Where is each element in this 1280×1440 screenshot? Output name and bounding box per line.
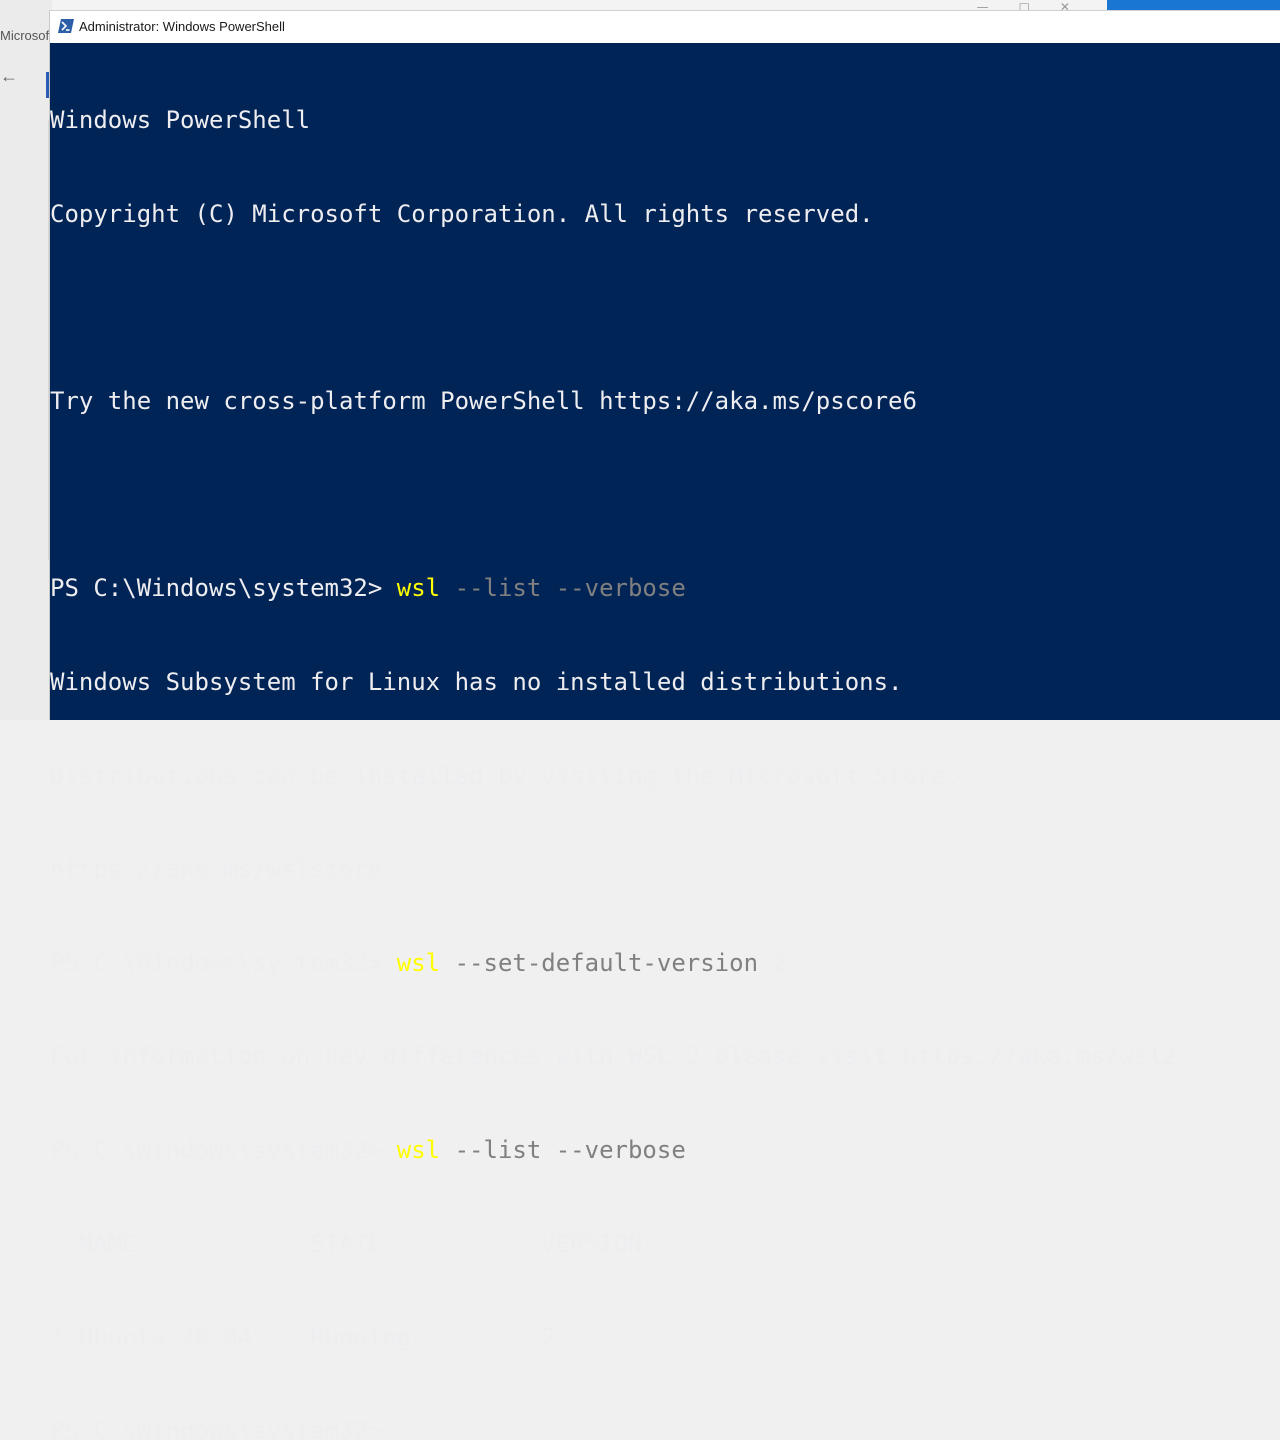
console-line: Windows Subsystem for Linux has no insta… <box>50 667 1280 698</box>
console-line: PS C:\Windows\system32> wsl --list --ver… <box>50 1135 1280 1166</box>
prompt: PS C:\Windows\system32> <box>50 948 397 977</box>
output-text: Windows Subsystem for Linux has no insta… <box>50 667 903 696</box>
command-parameters: --list --verbose <box>440 574 686 603</box>
output-text: Try the new cross-platform PowerShell ht… <box>50 387 917 416</box>
console-output[interactable]: Windows PowerShell Copyright (C) Microso… <box>50 42 1280 1440</box>
background-window-title: Microsoft <box>0 28 53 43</box>
command-parameters: --list --verbose <box>440 1135 686 1164</box>
console-line: Distributions can be installed by visiti… <box>50 761 1280 792</box>
command-value: 2 <box>758 948 787 977</box>
console-line: NAME STATE VERSION <box>50 1229 1280 1260</box>
background-window: Microsoft ← <box>0 0 53 720</box>
prompt: PS C:\Windows\system32> <box>50 1416 397 1440</box>
output-text: Copyright (C) Microsoft Corporation. All… <box>50 200 874 228</box>
console-line: For information on key differences with … <box>50 1041 1280 1072</box>
console-line: PS C:\Windows\system32> wsl --set-defaul… <box>50 948 1280 979</box>
command-name: wsl <box>396 574 441 603</box>
command-name: wsl <box>396 948 441 977</box>
console-line: * Ubuntu-20.04 Running 2 <box>50 1322 1280 1353</box>
arrow-left-icon[interactable]: ← <box>0 66 18 87</box>
table-header: NAME STATE VERSION <box>50 1229 643 1258</box>
prompt: PS C:\Windows\system32> <box>50 574 397 603</box>
table-row: * Ubuntu-20.04 Running 2 <box>50 1323 556 1352</box>
console-line: Try the new cross-platform PowerShell ht… <box>50 386 1280 417</box>
background-accent-line <box>46 72 49 98</box>
console-line: Copyright (C) Microsoft Corporation. All… <box>50 199 1280 230</box>
output-text: Distributions can be installed by visiti… <box>50 761 961 790</box>
output-text: For information on key differences with … <box>50 1042 1178 1071</box>
output-text: Windows PowerShell <box>50 106 311 135</box>
window-title: Administrator: Windows PowerShell <box>79 19 285 34</box>
title-bar[interactable]: Administrator: Windows PowerShell <box>50 10 1280 43</box>
prompt: PS C:\Windows\system32> <box>50 1135 397 1164</box>
console-line: Windows PowerShell <box>50 105 1280 136</box>
powershell-window[interactable]: Administrator: Windows PowerShell Window… <box>50 10 1280 1440</box>
console-line: PS C:\Windows\system32> <box>50 1416 1280 1440</box>
command-parameters: --set-default-version <box>440 948 759 977</box>
console-line: PS C:\Windows\system32> wsl --list --ver… <box>50 573 1280 604</box>
powershell-icon <box>58 19 74 33</box>
output-text: https://aka.ms/wslstore <box>50 855 383 884</box>
console-line: https://aka.ms/wslstore <box>50 854 1280 885</box>
command-name: wsl <box>396 1135 441 1164</box>
